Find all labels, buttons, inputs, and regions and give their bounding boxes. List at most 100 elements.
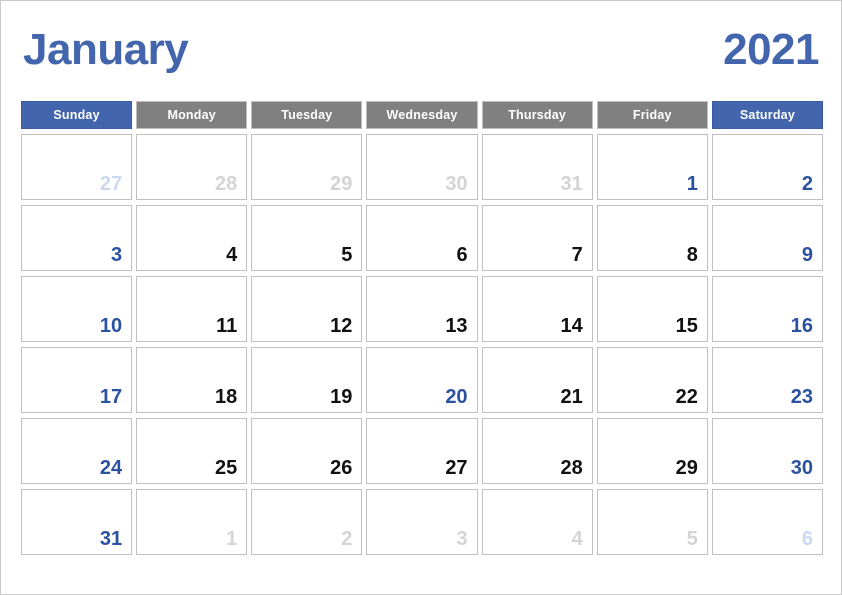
calendar-day-cell[interactable]: 10 [21,276,133,342]
day-number: 16 [790,315,813,337]
weekday-header-sunday: Sunday [21,101,133,129]
calendar-day-cell[interactable]: 21 [481,347,593,413]
day-number: 17 [99,386,123,408]
calendar-day-cell[interactable]: 30 [366,134,478,200]
calendar-day-cell[interactable]: 16 [711,276,823,342]
day-number: 3 [456,528,468,550]
calendar-day-cell[interactable]: 30 [711,418,823,484]
calendar-day-cell[interactable]: 15 [596,276,708,342]
day-number: 27 [99,173,123,195]
calendar-day-cell[interactable]: 2 [251,489,363,555]
calendar-day-cell[interactable]: 5 [251,205,363,271]
calendar-day-cell[interactable]: 22 [596,347,708,413]
calendar-day-cell[interactable]: 17 [21,347,133,413]
weekday-label: Wednesday [386,108,458,122]
day-number: 11 [216,315,238,337]
calendar-week-row: 27 28 29 30 31 1 2 [21,134,823,200]
calendar-week-row: 24 25 26 27 28 29 30 [21,418,823,484]
calendar-day-cell[interactable]: 6 [711,489,823,555]
day-number: 9 [801,244,813,266]
calendar-day-cell[interactable]: 19 [251,347,363,413]
weekday-label: Saturday [739,108,795,122]
day-number: 8 [686,244,698,266]
day-number: 13 [445,315,468,337]
calendar-day-cell[interactable]: 3 [366,489,478,555]
calendar-day-cell[interactable]: 7 [481,205,593,271]
calendar-day-cell[interactable]: 25 [136,418,248,484]
calendar-day-cell[interactable]: 31 [481,134,593,200]
calendar-week-row: 10 11 12 13 14 15 16 [21,276,823,342]
calendar-day-cell[interactable]: 27 [21,134,133,200]
calendar-day-cell[interactable]: 4 [481,489,593,555]
weekday-header-thursday: Thursday [481,101,593,129]
day-number: 29 [330,173,353,195]
day-number: 26 [330,457,353,479]
calendar-day-cell[interactable]: 27 [366,418,478,484]
day-number: 22 [675,386,698,408]
calendar-day-cell[interactable]: 20 [366,347,478,413]
calendar-day-cell[interactable]: 24 [21,418,133,484]
day-number: 14 [560,315,583,337]
calendar-day-cell[interactable]: 14 [481,276,593,342]
calendar-day-cell[interactable]: 28 [481,418,593,484]
day-number: 27 [445,457,468,479]
day-number: 10 [99,315,123,337]
day-number: 29 [675,457,698,479]
calendar-day-cell[interactable]: 31 [21,489,133,555]
calendar-day-cell[interactable]: 29 [251,134,363,200]
calendar-day-cell[interactable]: 5 [596,489,708,555]
day-number: 30 [445,173,468,195]
day-number: 6 [801,528,813,550]
calendar-day-cell[interactable]: 3 [21,205,133,271]
day-number: 28 [215,173,238,195]
day-number: 2 [801,173,813,195]
calendar-day-cell[interactable]: 29 [596,418,708,484]
calendar-day-cell[interactable]: 11 [136,276,248,342]
day-number: 7 [571,244,583,266]
day-number: 12 [330,315,353,337]
calendar-day-cell[interactable]: 8 [596,205,708,271]
weekday-label: Monday [167,108,216,122]
weekday-header-saturday: Saturday [711,101,823,129]
day-number: 6 [456,244,468,266]
weekday-label: Friday [632,108,672,122]
weekday-header-monday: Monday [136,101,248,129]
calendar-day-cell[interactable]: 18 [136,347,248,413]
day-number: 31 [99,528,123,550]
calendar-week-row: 17 18 19 20 21 22 23 [21,347,823,413]
day-number: 20 [445,386,468,408]
month-title: January [23,25,189,74]
calendar-day-cell[interactable]: 2 [711,134,823,200]
calendar-day-cell[interactable]: 1 [136,489,248,555]
calendar-day-cell[interactable]: 26 [251,418,363,484]
calendar-page: January 2021 Sunday Monday Tuesday Wednesda… [0,0,842,595]
day-number: 24 [99,457,123,479]
day-number: 15 [675,315,698,337]
calendar-title-bar: January 2021 [23,19,819,81]
day-number: 30 [790,457,813,479]
day-number: 23 [790,386,813,408]
day-number: 4 [226,244,238,266]
day-number: 28 [560,457,583,479]
calendar-grid: Sunday Monday Tuesday Wednesday Thursday Frid… [21,101,823,560]
calendar-weeks: 27 28 29 30 31 1 2 3 4 5 6 7 8 9 10 11 12 13 14 15 16 17 18 19 2… [21,134,823,555]
day-number: 25 [215,457,238,479]
calendar-day-cell[interactable]: 23 [711,347,823,413]
calendar-day-cell[interactable]: 6 [366,205,478,271]
calendar-day-cell[interactable]: 9 [711,205,823,271]
calendar-day-cell[interactable]: 12 [251,276,363,342]
calendar-day-cell[interactable]: 13 [366,276,478,342]
day-number: 3 [111,244,123,266]
calendar-week-row: 31 1 2 3 4 5 6 [21,489,823,555]
day-number: 1 [226,528,238,550]
day-number: 5 [686,528,698,550]
weekday-label: Sunday [53,108,100,122]
day-number: 2 [341,528,353,550]
calendar-day-cell[interactable]: 28 [136,134,248,200]
weekday-header-row: Sunday Monday Tuesday Wednesday Thursday Frid… [21,101,823,129]
year-title: 2021 [723,25,819,74]
calendar-day-cell[interactable]: 4 [136,205,248,271]
day-number: 1 [686,173,698,195]
weekday-header-friday: Friday [596,101,708,129]
calendar-day-cell[interactable]: 1 [596,134,708,200]
